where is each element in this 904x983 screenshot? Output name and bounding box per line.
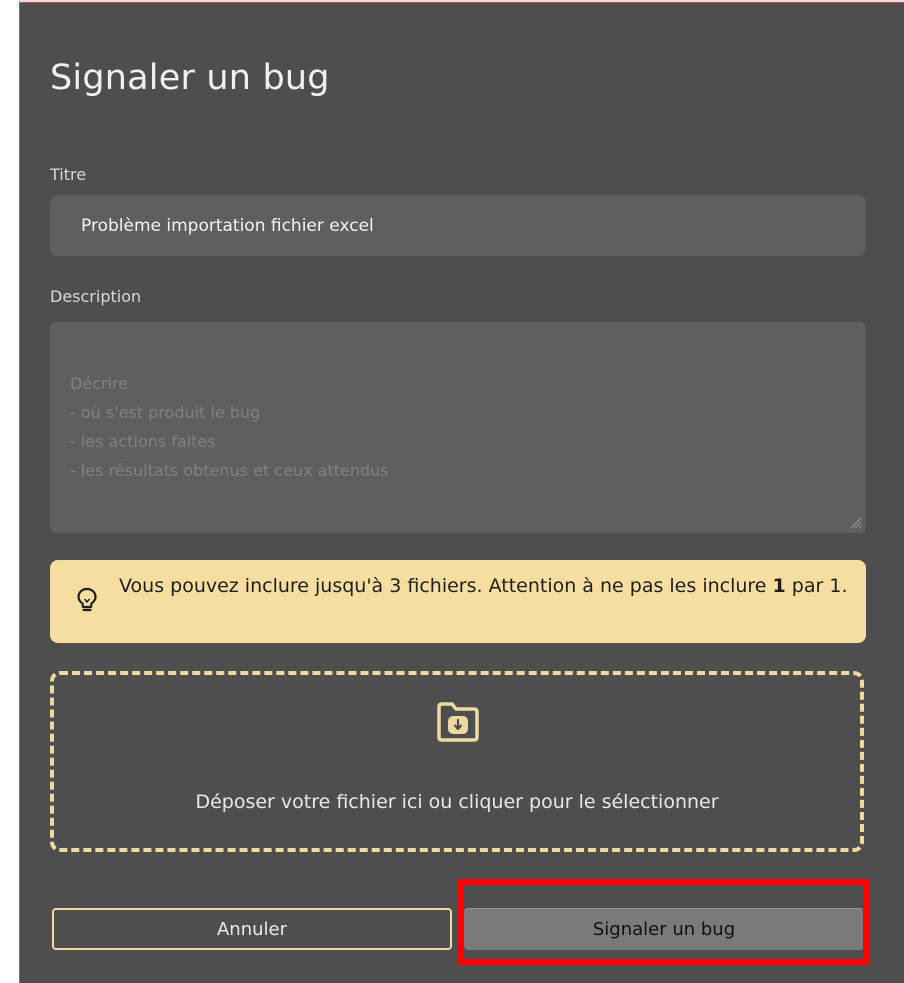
title-input[interactable]: Problème importation fichier excel [50, 195, 866, 256]
file-dropzone[interactable]: Déposer votre fichier ici ou cliquer pou… [50, 671, 864, 852]
folder-download-icon [437, 702, 479, 742]
title-label: Titre [50, 165, 87, 184]
description-label: Description [50, 287, 142, 306]
report-bug-dialog: Signaler un bug Titre Problème importati… [19, 2, 904, 983]
file-limit-notice: Vous pouvez inclure jusqu'à 3 fichiers. … [50, 560, 866, 643]
description-textarea[interactable]: Décrire - où s'est produit le bug - les … [50, 322, 866, 533]
lightbulb-icon [77, 587, 97, 612]
notice-text-part1: Vous pouvez inclure jusqu'à 3 fichiers. … [119, 575, 773, 597]
cancel-button[interactable]: Annuler [52, 908, 452, 950]
title-input-value: Problème importation fichier excel [81, 215, 374, 236]
dropzone-text: Déposer votre fichier ici ou cliquer pou… [195, 791, 719, 813]
description-placeholder: Décrire - où s'est produit le bug - les … [70, 374, 389, 480]
submit-bug-button[interactable]: Signaler un bug [464, 908, 864, 950]
notice-text-bold: 1 [772, 575, 786, 597]
notice-text-part2: par 1. [785, 575, 848, 597]
dialog-title: Signaler un bug [50, 58, 330, 98]
resize-grip-icon[interactable] [848, 515, 862, 529]
